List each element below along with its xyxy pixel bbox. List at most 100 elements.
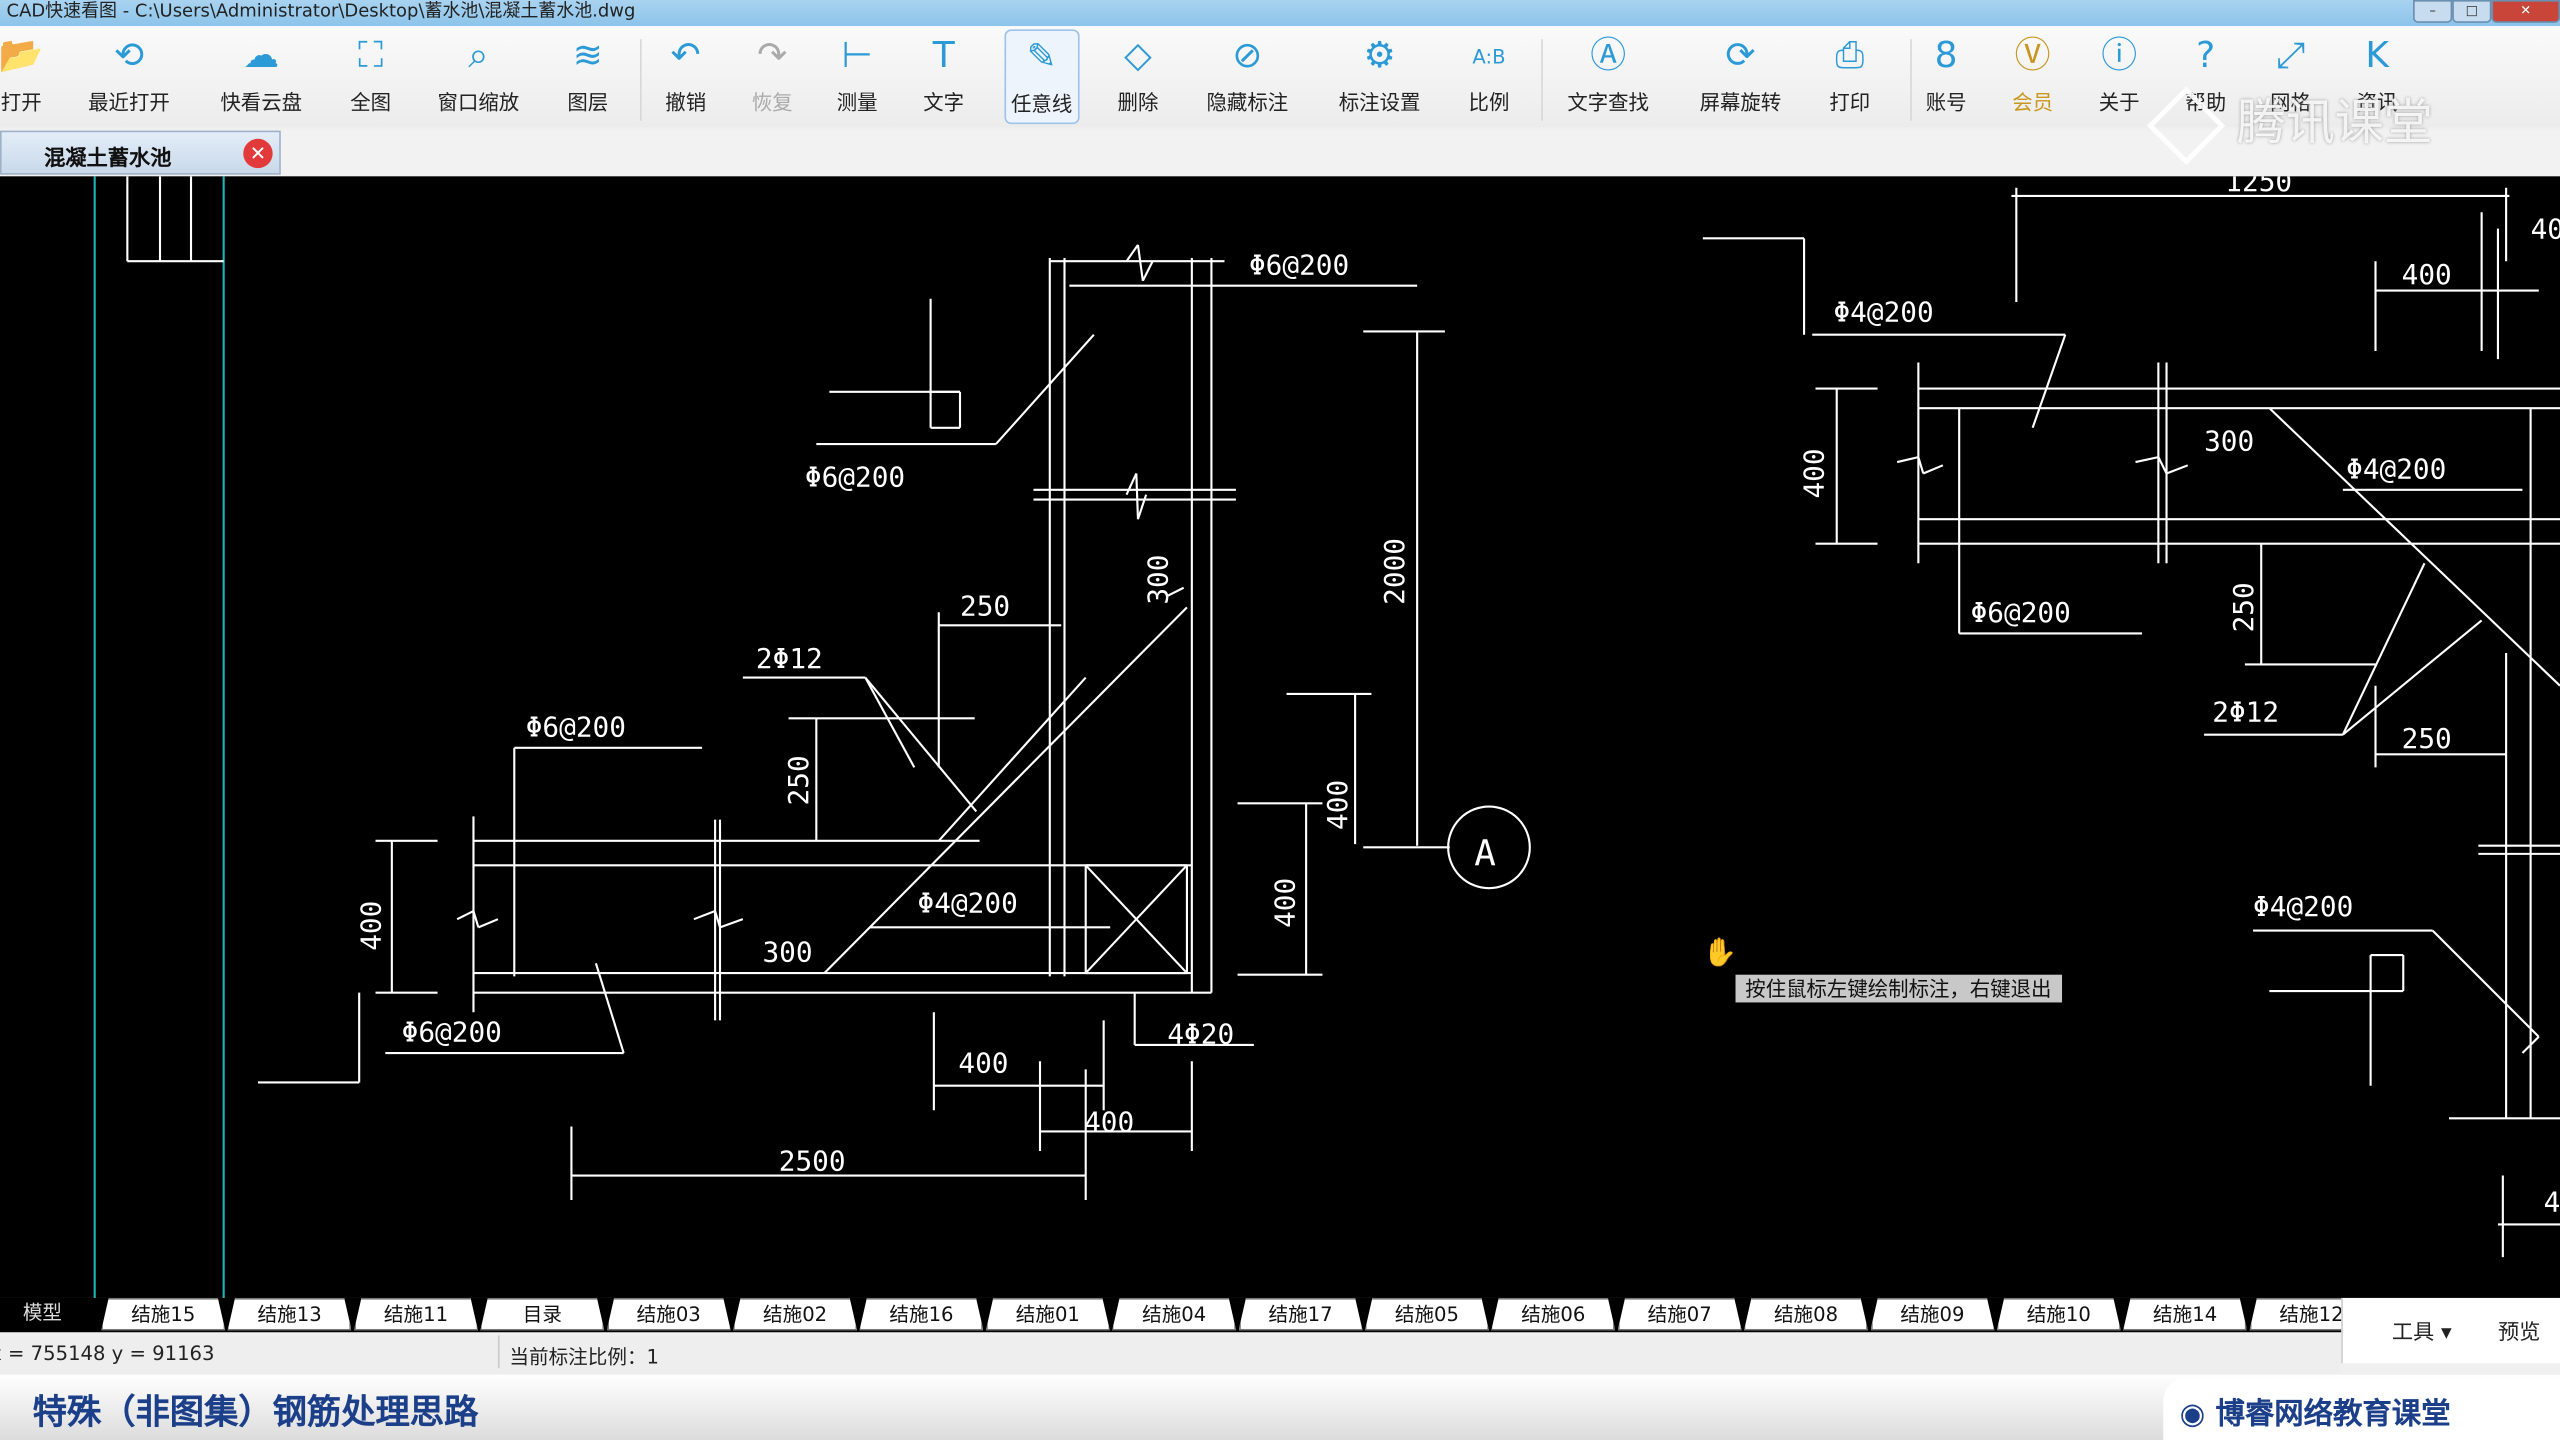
dimension-label: 400 — [1798, 448, 1831, 498]
dimension-label: 2Φ12 — [756, 642, 823, 675]
dimension-label: 300 — [2204, 425, 2254, 458]
watermark-logo-icon — [2146, 85, 2226, 165]
sheet-tab[interactable]: 结施10 — [1996, 1297, 2121, 1331]
close-tab-icon[interactable]: ✕ — [243, 138, 273, 169]
sheet-tab[interactable]: 结施04 — [1112, 1297, 1237, 1331]
toolbar-button-0[interactable]: 📂 打开 — [0, 29, 48, 120]
toolbar-button-9[interactable]: T 文字 — [918, 29, 969, 120]
sheet-tab[interactable]: 结施16 — [859, 1297, 984, 1331]
dimension-label: Φ6@200 — [526, 710, 626, 743]
dimension-label: Φ4@200 — [2346, 452, 2446, 485]
drawing-line — [2431, 929, 2540, 1038]
toolbar-button-label: 文字查找 — [1567, 89, 1649, 115]
toolbar-button-label: 隐藏标注 — [1206, 89, 1289, 115]
toolbar-button-11[interactable]: ◇ 删除 — [1113, 29, 1164, 120]
sheet-tab[interactable]: 结施07 — [1617, 1297, 1742, 1331]
watermark: 腾讯课堂 — [2146, 82, 2433, 165]
dimension-label: 2500 — [779, 1145, 846, 1178]
preview-button[interactable]: 预览 — [2498, 1314, 2540, 1345]
sheet-tab[interactable]: 结施05 — [1364, 1297, 1489, 1331]
document-tab[interactable]: 混凝土蓄水池 ✕ — [0, 130, 281, 175]
scale-icon: A:B — [1472, 45, 1506, 69]
tools-dropdown[interactable]: 工具 ▾ — [2392, 1314, 2452, 1345]
toolbar-button-label: 打印 — [1829, 89, 1871, 115]
vip-icon: Ⓥ — [2014, 35, 2051, 77]
drawing-line — [719, 918, 744, 929]
toolbar-button-16[interactable]: ⟳ 屏幕旋转 — [1695, 29, 1786, 120]
toolbar-button-12[interactable]: ⊘ 隐藏标注 — [1202, 29, 1293, 120]
k-icon: K — [2365, 35, 2389, 77]
dimension-label: 250 — [2402, 722, 2452, 755]
toolbar-button-7[interactable]: ↷ 恢复 — [747, 29, 798, 120]
toolbar-button-19[interactable]: Ⓥ 会员 — [2007, 29, 2058, 120]
drawing-line — [2341, 562, 2426, 736]
cad-drawing[interactable]: Φ6@200 Φ6@200 250 2Φ12 300 2000 Φ6@200 250 Φ4@20… — [0, 176, 2560, 1298]
dimension-label: 400 — [958, 1047, 1008, 1080]
toolbar-button-14[interactable]: A:B 比例 — [1464, 29, 1515, 120]
ruler-icon: ⊢ — [841, 35, 873, 77]
annotation-scale: 当前标注比例：1 — [509, 1345, 660, 1369]
toolbar-button-6[interactable]: ↶ 撤销 — [660, 29, 711, 120]
sheet-tab[interactable]: 结施06 — [1491, 1297, 1616, 1331]
toolbar-button-label: 图层 — [567, 89, 609, 115]
sheet-tab[interactable]: 结施09 — [1870, 1297, 1995, 1331]
drawing-line — [1125, 473, 1138, 496]
printer-icon: ⎙ — [1835, 35, 1865, 77]
toolbar-button-4[interactable]: ⌕ 窗口缩放 — [433, 29, 524, 120]
help-icon: ? — [2196, 35, 2216, 77]
toolbar-button-18[interactable]: 8 账号 — [1921, 29, 1972, 120]
dimension-label: Φ6@200 — [402, 1016, 502, 1049]
dimension-label: 250 — [782, 755, 815, 805]
drawing-line — [693, 910, 716, 921]
hand-cursor-icon: ✋ — [1702, 937, 1738, 970]
sheet-tab[interactable]: 结施08 — [1743, 1297, 1869, 1331]
toolbar-button-5[interactable]: ≋ 图层 — [562, 29, 613, 120]
axis-label: A — [1474, 833, 1496, 874]
drawing-canvas[interactable]: Φ6@200 Φ6@200 250 2Φ12 300 2000 Φ6@200 250 Φ4@20… — [0, 176, 2560, 1298]
sheet-tab[interactable]: 结施01 — [985, 1297, 1110, 1331]
title-bar: CAD快速看图 - C:\Users\Administrator\Desktop… — [0, 0, 2560, 27]
minimize-button[interactable]: – — [2413, 0, 2453, 23]
rotate-screen-icon: ⟳ — [1725, 35, 1756, 77]
toolbar-button-8[interactable]: ⊢ 测量 — [832, 29, 883, 120]
sheet-tab-model[interactable]: 模型 — [0, 1297, 85, 1331]
dimension-label: Φ4@200 — [2253, 890, 2353, 923]
pen-icon: ✎ — [1026, 37, 1057, 79]
toolbar-button-label: 关于 — [2098, 89, 2140, 115]
toolbar-button-label: 文字 — [923, 89, 965, 115]
sheet-tab[interactable]: 结施15 — [101, 1297, 226, 1331]
sheet-tab[interactable]: 结施17 — [1238, 1297, 1363, 1331]
toolbar-button-2[interactable]: ☁ 快看云盘 — [215, 29, 306, 120]
toolbar-button-10[interactable]: ✎ 任意线 — [1004, 29, 1079, 125]
toolbar-button-20[interactable]: ⓘ 关于 — [2094, 29, 2145, 120]
redo-icon: ↷ — [757, 35, 788, 77]
toolbar-button-13[interactable]: ⚙ 标注设置 — [1334, 29, 1425, 120]
brand-logo: ◉ 博睿网络教育课堂 — [2179, 1397, 2451, 1432]
toolbar-separator — [1541, 39, 1543, 121]
sheet-tab[interactable]: 结施13 — [227, 1297, 352, 1331]
sheet-tab[interactable]: 结施02 — [733, 1297, 858, 1331]
toolbar-button-3[interactable]: ⛶ 全图 — [345, 29, 396, 120]
maximize-button[interactable]: □ — [2452, 0, 2492, 23]
caption-title: 特殊（非图集）钢筋处理思路 — [32, 1392, 479, 1432]
toolbar-button-17[interactable]: ⎙ 打印 — [1824, 29, 1875, 120]
drawing-line — [477, 918, 499, 929]
toolbar-button-label: 撤销 — [665, 89, 707, 115]
drawing-line — [1922, 464, 1944, 475]
dimension-label: 400 — [1321, 780, 1354, 830]
sheet-tab[interactable]: 结施03 — [606, 1297, 731, 1331]
toolbar-button-1[interactable]: ⟲ 最近打开 — [83, 29, 174, 120]
drawing-line — [1141, 260, 1154, 282]
sheet-tab[interactable]: 目录 — [480, 1297, 605, 1331]
drawing-line — [2031, 334, 2067, 429]
sheet-tab[interactable]: 结施14 — [2123, 1297, 2248, 1331]
close-window-button[interactable]: ✕ — [2491, 0, 2560, 23]
dimension-label: Φ6@200 — [1971, 596, 2071, 629]
toolbar-button-label: 全图 — [350, 89, 392, 115]
sheet-tab[interactable]: 结施11 — [353, 1297, 479, 1331]
folder-open-icon: 📂 — [0, 35, 44, 77]
fit-all-icon: ⛶ — [358, 35, 384, 77]
toolbar-button-15[interactable]: Ⓐ 文字查找 — [1562, 29, 1653, 120]
drawing-line — [1136, 494, 1148, 520]
layers-icon: ≋ — [572, 35, 603, 77]
